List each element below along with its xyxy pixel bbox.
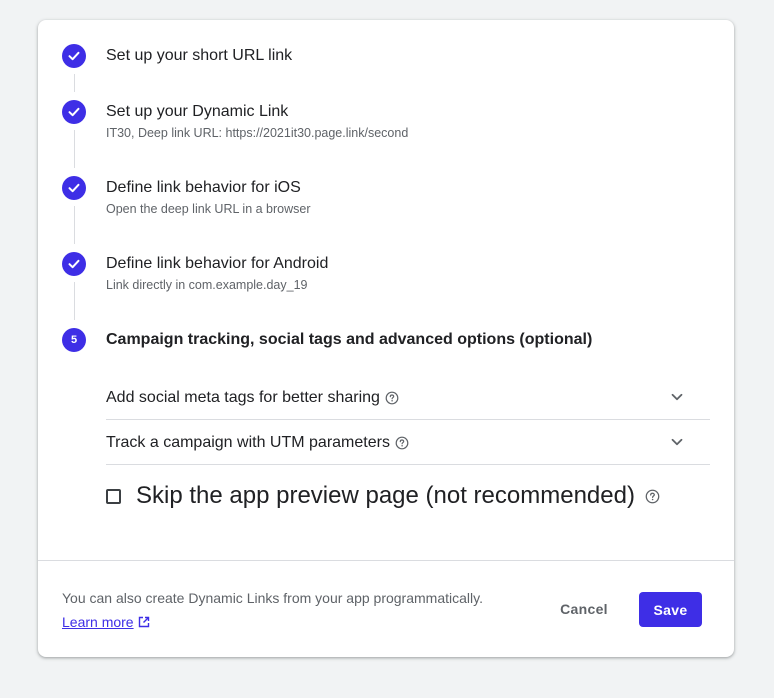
step-4-title: Define link behavior for Android <box>106 255 329 272</box>
social-meta-tags-expander[interactable]: Add social meta tags for better sharing <box>106 375 710 420</box>
step-4-subtitle: Link directly in com.example.day_19 <box>106 278 308 292</box>
step-connector <box>74 206 75 244</box>
step-3-title: Define link behavior for iOS <box>106 179 301 196</box>
step-4-check-icon <box>62 252 86 276</box>
step-2-check-icon <box>62 100 86 124</box>
step-3-check-icon <box>62 176 86 200</box>
chevron-down-icon[interactable] <box>670 435 684 454</box>
cancel-button[interactable]: Cancel <box>546 593 622 625</box>
step-5-title: Campaign tracking, social tags and advan… <box>106 331 593 348</box>
skip-preview-checkbox[interactable] <box>106 488 121 504</box>
skip-preview-option: Skip the app preview page (not recommend… <box>106 482 660 510</box>
open-in-new-icon <box>138 616 149 628</box>
social-meta-tags-header: Add social meta tags for better sharing <box>106 375 399 420</box>
footer-info-text: You can also create Dynamic Links from y… <box>62 590 483 606</box>
utm-campaign-label: Track a campaign with UTM parameters <box>106 433 390 451</box>
help-icon[interactable] <box>385 391 399 405</box>
step-3-subtitle: Open the deep link URL in a browser <box>106 202 311 216</box>
learn-more-label: Learn more <box>62 614 134 630</box>
step-1-check-icon <box>62 44 86 68</box>
utm-campaign-expander[interactable]: Track a campaign with UTM parameters <box>106 420 710 465</box>
chevron-down-icon[interactable] <box>670 390 684 409</box>
dynamic-link-setup-card: Set up your short URL link Set up your D… <box>38 20 734 657</box>
learn-more-link[interactable]: Learn more <box>62 614 151 630</box>
step-connector <box>74 74 75 92</box>
help-icon[interactable] <box>395 436 409 450</box>
step-2-subtitle: IT30, Deep link URL: https://2021it30.pa… <box>106 126 409 140</box>
step-5-number: 5 <box>70 334 78 346</box>
step-2-title: Set up your Dynamic Link <box>106 103 289 120</box>
social-meta-tags-label: Add social meta tags for better sharing <box>106 388 380 406</box>
help-icon[interactable] <box>645 489 660 504</box>
step-1-title: Set up your short URL link <box>106 47 293 64</box>
save-button[interactable]: Save <box>639 592 702 627</box>
step-5-number-badge: 5 <box>62 328 86 352</box>
step-connector <box>74 130 75 168</box>
utm-campaign-header: Track a campaign with UTM parameters <box>106 420 409 465</box>
footer-divider <box>38 560 734 561</box>
skip-preview-label[interactable]: Skip the app preview page (not recommend… <box>136 482 635 510</box>
step-connector <box>74 282 75 320</box>
